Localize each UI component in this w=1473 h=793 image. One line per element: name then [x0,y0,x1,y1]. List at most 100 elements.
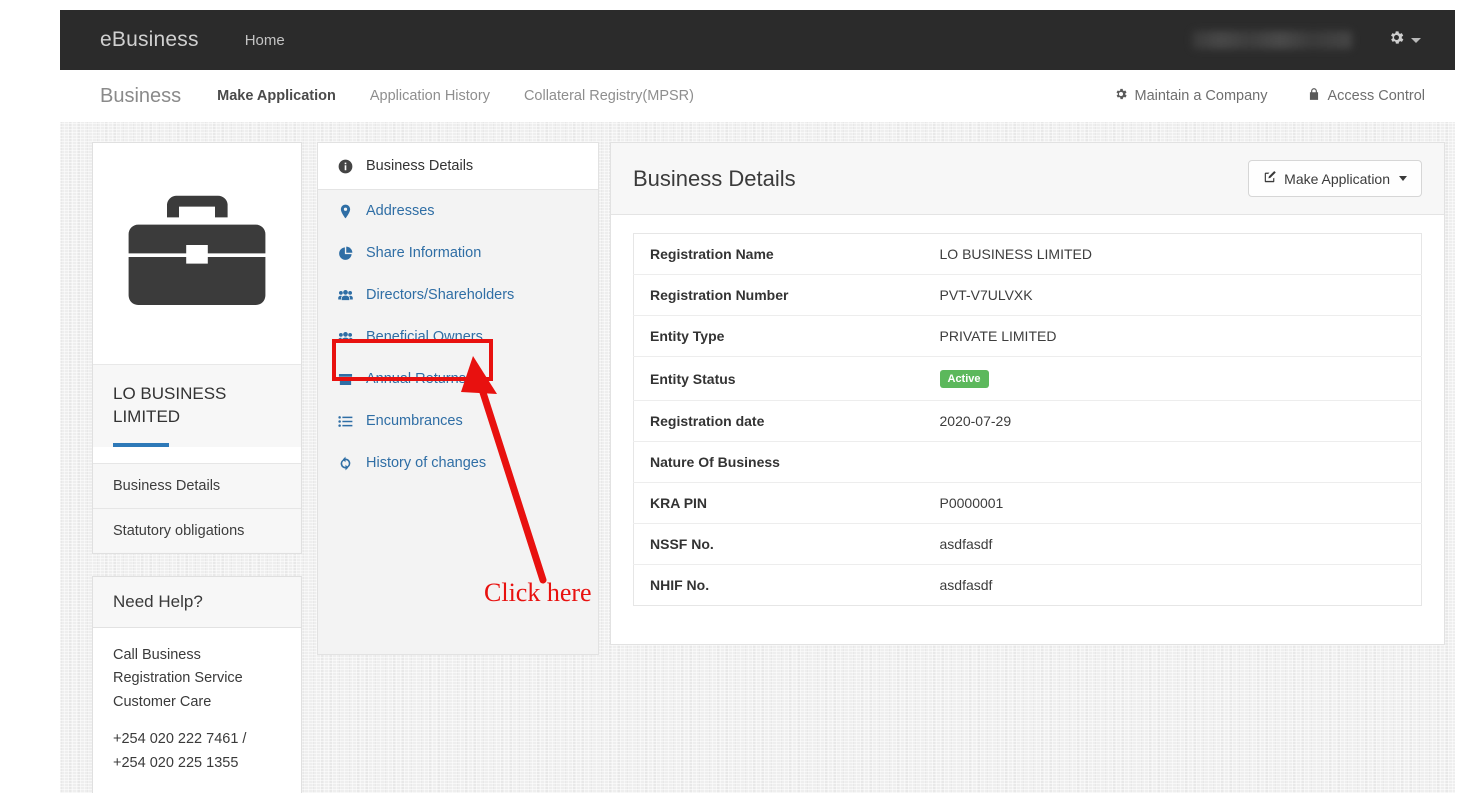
row-label: Entity Type [650,328,725,344]
secondary-nav-right: Maintain a Company Access Control [1074,87,1425,105]
need-help-body: Call Business Registration Service Custo… [93,628,301,793]
midnav-item-directors-shareholders-label: Directors/Shareholders [366,287,515,303]
app-brand[interactable]: eBusiness [100,28,199,52]
nav-collateral-registry[interactable]: Collateral Registry(MPSR) [524,88,694,104]
app-root: eBusiness Home Business Make Application… [0,0,1473,793]
annotation-label: Click here [484,578,592,607]
list-icon [338,414,358,429]
table-row: Entity Status Active [633,357,1422,401]
business-card: LO BUSINESS LIMITED Business Details Sta… [92,142,302,554]
accent-underline [113,442,169,447]
chevron-down-icon [1411,37,1421,43]
midnav-item-directors-shareholders[interactable]: Directors/Shareholders [318,274,598,316]
midnav-item-addresses[interactable]: Addresses [318,190,598,232]
nav-home-link[interactable]: Home [245,32,285,49]
midnav-item-beneficial-owners-label: Beneficial Owners [366,329,483,345]
midnav-item-annual-returns-label: Annual Returns [366,371,466,387]
table-row: Registration Number PVT-V7ULVXK [633,275,1422,316]
chevron-down-icon [1399,176,1407,181]
midnav-item-business-details-label: Business Details [366,158,474,174]
nav-maintain-a-company-label: Maintain a Company [1134,88,1268,104]
row-label: KRA PIN [650,495,708,511]
users-icon [338,288,358,303]
row-value: LO BUSINESS LIMITED [939,246,1092,262]
midnav-item-addresses-label: Addresses [366,203,435,219]
top-navbar: eBusiness Home [60,10,1455,70]
row-value: asdfasdf [939,536,993,552]
row-value: 2020-07-29 [939,413,1012,429]
business-details-panel: Business Details Make Application Regist… [610,142,1445,645]
business-details-table: Registration Name LO BUSINESS LIMITED Re… [633,233,1422,606]
nav-make-application[interactable]: Make Application [217,88,336,104]
need-help-line-1: Call Business Registration Service Custo… [113,646,243,710]
details-table-wrapper: Registration Name LO BUSINESS LIMITED Re… [611,215,1444,628]
midnav-item-history-of-changes[interactable]: History of changes [318,442,598,484]
midnav-item-share-information[interactable]: Share Information [318,232,598,274]
row-value: PVT-V7ULVXK [939,287,1033,303]
nav-access-control-label: Access Control [1327,88,1425,104]
need-help-card: Need Help? Call Business Registration Se… [92,575,302,793]
business-logo [93,143,301,365]
midnav-item-beneficial-owners[interactable]: Beneficial Owners [318,316,598,358]
panel-header: Business Details Make Application [611,143,1444,215]
row-label: Registration date [650,413,765,429]
row-label: Nature Of Business [650,454,780,470]
make-application-label: Make Application [1284,170,1390,187]
need-help-phone-1: +254 020 222 7461 / [113,731,247,748]
row-value: P0000001 [939,495,1004,511]
settings-menu-button[interactable] [1388,29,1421,51]
gear-icon [1388,29,1405,51]
midnav-item-encumbrances-label: Encumbrances [366,413,463,429]
midnav-item-encumbrances[interactable]: Encumbrances [318,400,598,442]
info-circle-icon [338,159,358,174]
table-row: Registration date 2020-07-29 [633,401,1422,442]
midnav-item-share-information-label: Share Information [366,245,482,261]
nav-application-history[interactable]: Application History [370,88,490,104]
nav-maintain-a-company[interactable]: Maintain a Company [1114,87,1267,105]
row-value-status: Active [924,357,1422,401]
secondary-nav-brand[interactable]: Business [100,85,181,108]
secondary-nav-links: Make Application Application History Col… [217,88,728,104]
map-marker-icon [338,204,358,219]
lock-icon [1307,87,1327,105]
row-value: asdfasdf [939,577,993,593]
row-label: Registration Number [650,287,789,303]
need-help-title: Need Help? [93,576,301,628]
row-label: NHIF No. [650,577,710,593]
midnav-item-history-of-changes-label: History of changes [366,455,487,471]
row-label: NSSF No. [650,536,714,552]
secondary-navbar: Business Make Application Application Hi… [60,70,1455,122]
row-value [924,442,1422,483]
table-row: Entity Type PRIVATE LIMITED [633,316,1422,357]
archive-icon [338,372,358,387]
nav-access-control[interactable]: Access Control [1307,87,1425,105]
briefcase-icon [121,191,273,316]
row-label: Entity Status [650,370,736,387]
business-name-block: LO BUSINESS LIMITED [93,365,301,447]
midnav-item-annual-returns[interactable]: Annual Returns [318,358,598,400]
gear-icon [1114,87,1134,105]
need-help-spacer [113,714,281,728]
midnav-item-business-details[interactable]: Business Details [318,143,598,190]
make-application-button[interactable]: Make Application [1248,160,1422,197]
row-label: Registration Name [650,246,774,262]
users-icon [338,330,358,345]
pie-chart-icon [338,246,358,261]
row-value: PRIVATE LIMITED [939,328,1057,344]
refresh-icon [338,456,358,471]
status-badge: Active [939,370,989,388]
business-name: LO BUSINESS LIMITED [113,384,227,426]
user-name-redacted[interactable] [1192,31,1352,49]
top-navbar-right [1192,29,1421,51]
table-row: KRA PIN P0000001 [633,483,1422,524]
sidebar-item-business-details[interactable]: Business Details [93,462,301,508]
table-row: Registration Name LO BUSINESS LIMITED [633,234,1422,275]
left-sidebar: LO BUSINESS LIMITED Business Details Sta… [92,142,302,793]
sidebar-item-statutory-obligations[interactable]: Statutory obligations [93,507,301,553]
table-row: Nature Of Business [633,442,1422,483]
need-help-phone-2: +254 020 225 1355 [113,754,239,771]
table-row: NHIF No. asdfasdf [634,565,1422,606]
pencil-square-icon [1263,170,1284,187]
table-row: NSSF No. asdfasdf [633,524,1422,565]
page-title: Business Details [633,165,796,191]
